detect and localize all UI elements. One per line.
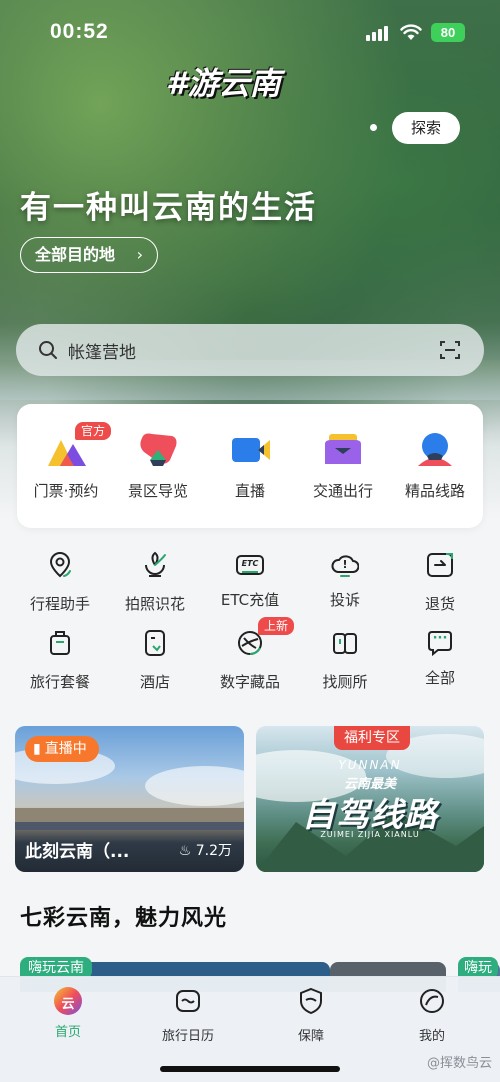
tab-travel-calendar[interactable]: 旅行日历: [143, 987, 233, 1044]
location-pin-icon: [49, 551, 71, 578]
grid-flower-id[interactable]: 拍照识花: [107, 551, 203, 614]
grid-label: 投诉: [329, 591, 360, 609]
home-icon: 云: [54, 987, 82, 1015]
tab-protection[interactable]: 保障: [266, 987, 356, 1044]
live-viewer-count: ♨ 7.2万: [178, 843, 232, 859]
grid-all[interactable]: ··· 全部: [392, 629, 488, 688]
grid-label: 旅行套餐: [29, 673, 90, 691]
route-pin-icon: [413, 430, 457, 470]
hero-slogan: 有一种叫云南的生活: [20, 190, 317, 226]
live-status-badge: ▮ 直播中: [25, 736, 99, 762]
section-title: 七彩云南，魅力风光: [20, 906, 228, 931]
battery-icon: 80: [431, 23, 465, 42]
service-transport[interactable]: 交通出行: [296, 430, 390, 501]
wifi-icon: [400, 24, 422, 40]
all-destinations-button[interactable]: 全部目的地 ›: [20, 237, 158, 273]
flower-camera-icon: [145, 551, 166, 577]
official-badge: 官方: [75, 422, 112, 440]
grid-label: 行程助手: [29, 595, 90, 613]
service-live[interactable]: 直播: [203, 430, 297, 501]
grid-label: 找厕所: [322, 673, 368, 691]
status-time: 00:52: [50, 20, 109, 43]
watermark: @挥数鸟云: [426, 1056, 492, 1071]
banner-pinyin: ZUIMEI ZIJIA XIANLU: [320, 830, 420, 839]
service-label: 交通出行: [312, 482, 373, 500]
search-icon: [39, 341, 57, 359]
grid-itinerary[interactable]: 行程助手: [12, 551, 108, 614]
service-label: 精品线路: [404, 482, 465, 500]
flame-icon: ♨: [178, 843, 192, 859]
pager-dot: [370, 124, 377, 131]
live-title: 此刻云南（...: [25, 842, 130, 862]
more-chat-icon: ···: [426, 629, 454, 657]
search-bar[interactable]: 帐篷营地: [16, 324, 484, 376]
banner-en-title: YUNNAN: [338, 758, 402, 772]
service-label: 景区导览: [127, 482, 188, 500]
tab-label: 我的: [418, 1029, 445, 1044]
grid-complaint[interactable]: ! 投诉: [297, 551, 393, 610]
alert-mark: !: [342, 558, 348, 571]
grid-label: 拍照识花: [124, 595, 185, 613]
grid-digital-collectibles[interactable]: 数字藏品 上新: [202, 617, 298, 692]
grid-return[interactable]: 退货: [392, 551, 488, 614]
etc-card-icon: ETC: [236, 551, 264, 579]
more-dots: ···: [432, 631, 448, 646]
new-badge: 上新: [258, 617, 295, 635]
grid-label: 酒店: [139, 673, 170, 691]
chevron-right-icon: ›: [136, 245, 143, 264]
signal-icon: [366, 26, 388, 41]
etc-icon-text: ETC: [241, 559, 259, 568]
profile-icon: [420, 989, 444, 1013]
hashtag-title: #游云南: [166, 66, 281, 102]
service-label: 直播: [234, 482, 265, 500]
grid-label: 数字藏品: [219, 673, 280, 691]
main-services-card: 门票·预约 官方 景区导览 直播 交通出行 精品线路: [17, 404, 483, 528]
calendar-icon: [176, 990, 200, 1012]
service-tickets[interactable]: 门票·预约 官方: [19, 422, 113, 501]
status-bar: 00:52 80: [0, 18, 500, 48]
explore-button[interactable]: 探索: [392, 112, 460, 144]
all-destinations-label: 全部目的地: [35, 245, 116, 264]
restroom-icon: [333, 633, 357, 654]
self-drive-banner[interactable]: 福利专区 YUNNAN 云南最美 自驾线路 ZUIMEI ZIJIA XIANL…: [256, 726, 484, 872]
tab-label: 旅行日历: [161, 1029, 214, 1044]
hotel-icon: [145, 630, 165, 656]
grid-label: 全部: [424, 669, 455, 687]
transport-icon: [321, 430, 365, 470]
tab-mine[interactable]: 我的: [387, 987, 477, 1044]
tab-label: 保障: [297, 1029, 324, 1044]
scan-icon[interactable]: [440, 340, 460, 360]
cloud-alert-icon: !: [331, 551, 360, 579]
tab-home[interactable]: 云 首页: [23, 987, 113, 1040]
shield-icon: [300, 987, 322, 1015]
live-banner[interactable]: ▮ 直播中 此刻云南（... ♨ 7.2万: [15, 726, 244, 872]
map-guide-icon: [136, 430, 180, 470]
live-bars-icon: ▮: [33, 741, 41, 757]
grid-label: 退货: [424, 595, 455, 613]
service-scenic-guide[interactable]: 景区导览: [111, 430, 205, 501]
video-camera-icon: [228, 430, 272, 470]
grid-etc[interactable]: ETC ETC充值: [202, 551, 298, 610]
service-label: 门票·预约: [33, 482, 99, 500]
return-box-icon: [427, 553, 453, 577]
grid-packages[interactable]: 旅行套餐: [12, 629, 108, 692]
home-indicator: [160, 1066, 340, 1072]
benefits-badge: 福利专区: [334, 726, 410, 750]
grid-label: ETC充值: [220, 591, 280, 609]
search-input[interactable]: 帐篷营地: [68, 338, 136, 363]
banner-main-title: 自驾线路: [302, 795, 438, 834]
home-icon-glyph: 云: [61, 997, 75, 1012]
grid-restroom[interactable]: 找厕所: [297, 629, 393, 692]
service-premium-routes[interactable]: 精品线路: [388, 430, 482, 501]
tab-label: 首页: [54, 1025, 81, 1040]
luggage-icon: [50, 631, 70, 655]
grid-hotel[interactable]: 酒店: [107, 629, 203, 692]
